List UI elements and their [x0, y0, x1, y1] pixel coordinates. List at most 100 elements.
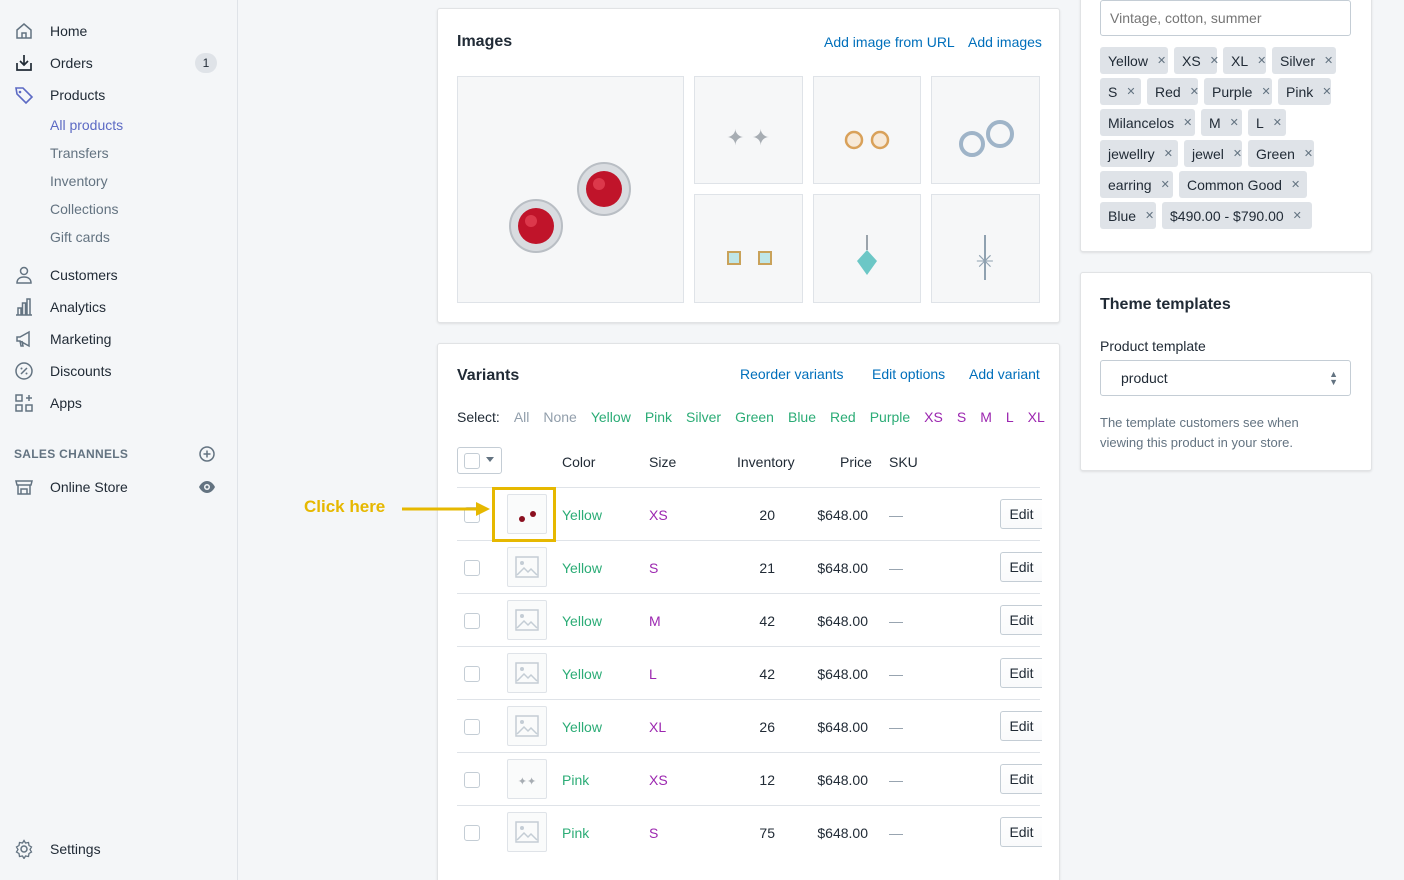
remove-tag-icon[interactable]: ✕: [1183, 116, 1192, 129]
variant-size[interactable]: L: [649, 666, 657, 682]
remove-tag-icon[interactable]: ✕: [1145, 209, 1154, 222]
sidebar-item-settings[interactable]: Settings: [0, 833, 237, 865]
add-variant-link[interactable]: Add variant: [969, 366, 1040, 382]
remove-tag-icon[interactable]: ✕: [1190, 85, 1199, 98]
tags-input[interactable]: [1100, 0, 1351, 36]
variant-size[interactable]: S: [649, 825, 658, 841]
row-checkbox[interactable]: [464, 560, 480, 576]
edit-variant-button[interactable]: Edit: [1000, 658, 1042, 688]
sidebar-subitem-gift-cards[interactable]: Gift cards: [50, 229, 110, 245]
select-option-l[interactable]: L: [1006, 409, 1014, 425]
select-option-green[interactable]: Green: [735, 409, 774, 425]
variant-image-thumbnail[interactable]: [507, 812, 547, 852]
variant-color[interactable]: Yellow: [562, 666, 602, 682]
remove-tag-icon[interactable]: ✕: [1157, 54, 1166, 67]
add-image-from-url-link[interactable]: Add image from URL: [824, 34, 955, 50]
variant-image-thumbnail[interactable]: [507, 653, 547, 693]
row-checkbox[interactable]: [464, 772, 480, 788]
add-images-link[interactable]: Add images: [968, 34, 1042, 50]
remove-tag-icon[interactable]: ✕: [1261, 85, 1270, 98]
remove-tag-icon[interactable]: ✕: [1230, 116, 1239, 129]
edit-variant-button[interactable]: Edit: [1000, 817, 1042, 847]
remove-tag-icon[interactable]: ✕: [1161, 178, 1170, 191]
sidebar-item-apps[interactable]: Apps: [0, 387, 237, 419]
edit-variant-button[interactable]: Edit: [1000, 605, 1042, 635]
add-sales-channel-icon[interactable]: [198, 445, 216, 463]
variant-color[interactable]: Yellow: [562, 613, 602, 629]
variant-image-thumbnail[interactable]: [507, 600, 547, 640]
variant-color[interactable]: Yellow: [562, 560, 602, 576]
reorder-variants-link[interactable]: Reorder variants: [740, 366, 844, 382]
remove-tag-icon[interactable]: ✕: [1126, 85, 1135, 98]
sidebar-item-analytics[interactable]: Analytics: [0, 291, 237, 323]
tag-chip: Yellow ✕: [1100, 47, 1168, 74]
sidebar-subitem-inventory[interactable]: Inventory: [50, 173, 108, 189]
select-option-m[interactable]: M: [980, 409, 992, 425]
edit-variant-button[interactable]: Edit: [1000, 764, 1042, 794]
sidebar-item-marketing[interactable]: Marketing: [0, 323, 237, 355]
sidebar-subitem-transfers[interactable]: Transfers: [50, 145, 109, 161]
row-checkbox[interactable]: [464, 825, 480, 841]
select-option-silver[interactable]: Silver: [686, 409, 721, 425]
select-option-all[interactable]: All: [514, 409, 530, 425]
remove-tag-icon[interactable]: ✕: [1322, 85, 1331, 98]
select-option-s[interactable]: S: [957, 409, 966, 425]
remove-tag-icon[interactable]: ✕: [1164, 147, 1173, 160]
product-image-2[interactable]: ✦ ✦: [694, 76, 803, 184]
remove-tag-icon[interactable]: ✕: [1304, 147, 1313, 160]
remove-tag-icon[interactable]: ✕: [1210, 54, 1219, 67]
sidebar-item-discounts[interactable]: Discounts: [0, 355, 237, 387]
variant-size[interactable]: XL: [649, 719, 666, 735]
sidebar-subitem-collections[interactable]: Collections: [50, 201, 118, 217]
variant-image-thumbnail[interactable]: [507, 547, 547, 587]
product-image-3[interactable]: [813, 76, 921, 184]
product-template-select[interactable]: product ▲ ▼: [1100, 360, 1351, 396]
remove-tag-icon[interactable]: ✕: [1257, 54, 1266, 67]
bulk-select-checkbox[interactable]: [464, 453, 480, 469]
variant-size[interactable]: XS: [649, 772, 668, 788]
select-option-xs[interactable]: XS: [924, 409, 943, 425]
product-image-7[interactable]: ✳: [931, 194, 1040, 303]
select-option-yellow[interactable]: Yellow: [591, 409, 631, 425]
edit-options-link[interactable]: Edit options: [872, 366, 945, 382]
edit-variant-button[interactable]: Edit: [1000, 552, 1042, 582]
product-image-main[interactable]: [457, 76, 684, 303]
sidebar-item-orders[interactable]: Orders 1: [0, 47, 237, 79]
variant-color[interactable]: Yellow: [562, 507, 602, 523]
remove-tag-icon[interactable]: ✕: [1291, 178, 1300, 191]
remove-tag-icon[interactable]: ✕: [1324, 54, 1333, 67]
select-option-red[interactable]: Red: [830, 409, 856, 425]
variant-image-thumbnail[interactable]: ✦✦: [507, 759, 547, 799]
product-image-6[interactable]: [813, 194, 921, 303]
variant-size[interactable]: S: [649, 560, 658, 576]
row-checkbox[interactable]: [464, 613, 480, 629]
remove-tag-icon[interactable]: ✕: [1233, 147, 1242, 160]
select-option-none[interactable]: None: [543, 409, 576, 425]
variant-size[interactable]: M: [649, 613, 661, 629]
sidebar-item-products[interactable]: Products: [0, 79, 237, 111]
view-store-eye-icon[interactable]: [198, 478, 216, 496]
select-option-pink[interactable]: Pink: [645, 409, 672, 425]
product-image-4[interactable]: [931, 76, 1040, 184]
table-row: ✦✦ Pink XS 12 $648.00 — Edit: [457, 752, 1042, 805]
row-checkbox[interactable]: [464, 666, 480, 682]
remove-tag-icon[interactable]: ✕: [1293, 209, 1302, 222]
sidebar-item-home[interactable]: Home: [0, 15, 237, 47]
variant-color[interactable]: Pink: [562, 772, 589, 788]
variant-color[interactable]: Pink: [562, 825, 589, 841]
sidebar-item-customers[interactable]: Customers: [0, 259, 237, 291]
variant-size[interactable]: XS: [649, 507, 668, 523]
edit-variant-button[interactable]: Edit: [1000, 499, 1042, 529]
bulk-select-dropdown[interactable]: [457, 447, 502, 474]
variant-image-thumbnail[interactable]: [507, 706, 547, 746]
select-option-purple[interactable]: Purple: [870, 409, 910, 425]
sidebar-subitem-all-products[interactable]: All products: [50, 117, 123, 133]
select-option-xl[interactable]: XL: [1028, 409, 1045, 425]
tag-label: Green: [1256, 145, 1295, 162]
variant-color[interactable]: Yellow: [562, 719, 602, 735]
product-image-5[interactable]: [694, 194, 803, 303]
edit-variant-button[interactable]: Edit: [1000, 711, 1042, 741]
remove-tag-icon[interactable]: ✕: [1273, 116, 1282, 129]
row-checkbox[interactable]: [464, 719, 480, 735]
select-option-blue[interactable]: Blue: [788, 409, 816, 425]
